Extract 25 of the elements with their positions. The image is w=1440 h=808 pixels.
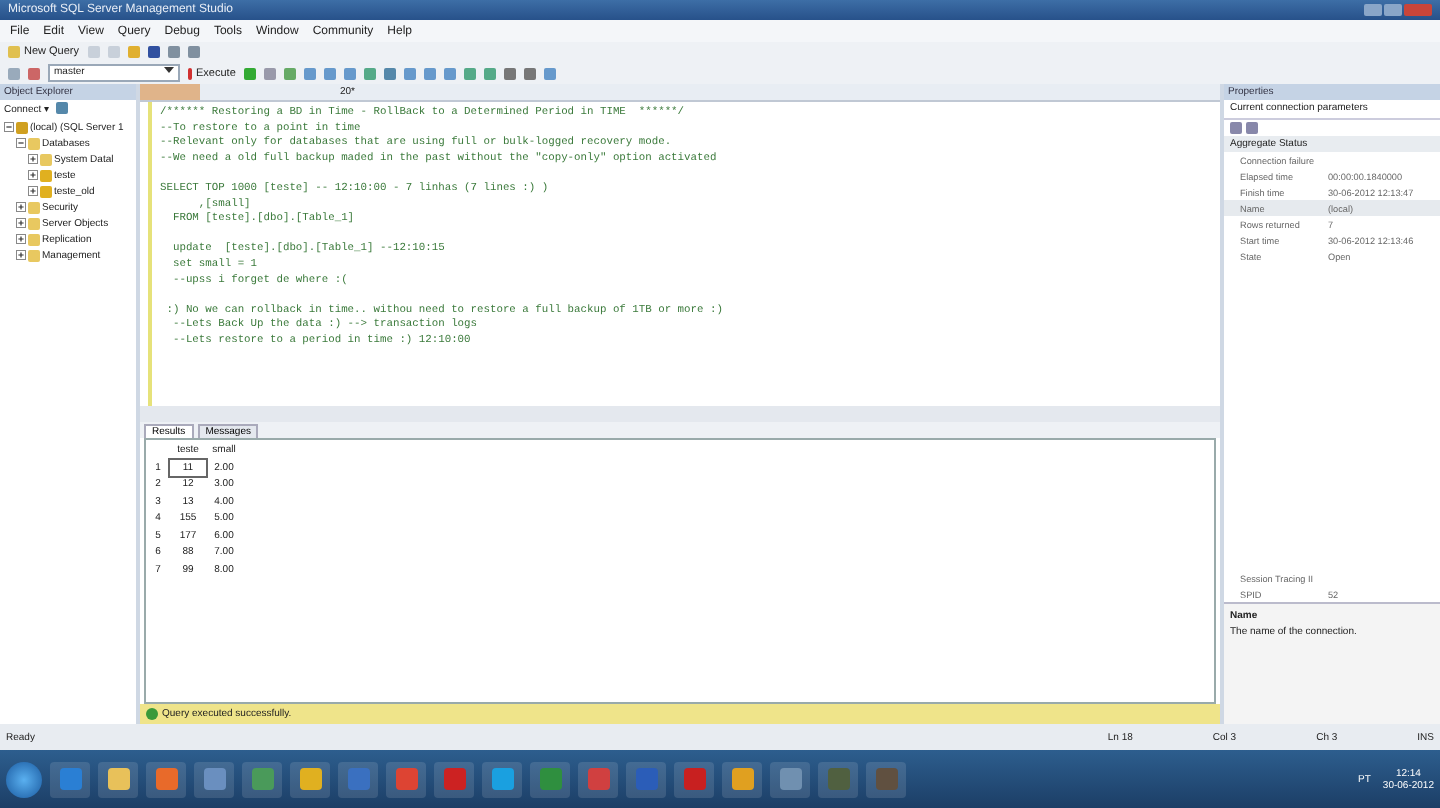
taskbar-app-icon[interactable]: [194, 761, 234, 797]
taskbar-app-icon[interactable]: [770, 761, 810, 797]
success-icon: [146, 708, 158, 720]
expand-toggle-icon[interactable]: [16, 250, 26, 260]
taskbar-app-icon[interactable]: [530, 761, 570, 797]
taskbar-app-icon[interactable]: [290, 761, 330, 797]
expand-toggle-icon[interactable]: [28, 170, 38, 180]
caret-icon: [164, 66, 174, 74]
collapse-toggle-icon[interactable]: [16, 138, 26, 148]
taskbar-app-icon[interactable]: [482, 761, 522, 797]
expand-toggle-icon[interactable]: [16, 234, 26, 244]
collapse-toggle-icon[interactable]: [4, 122, 14, 132]
expand-toggle-icon[interactable]: [28, 154, 38, 164]
taskbar-app-icon[interactable]: [98, 761, 138, 797]
horizontal-scrollbar[interactable]: [140, 406, 1220, 422]
toolbar-icon[interactable]: [56, 102, 69, 114]
expand-toggle-icon[interactable]: [16, 202, 26, 212]
start-button[interactable]: [6, 761, 42, 797]
expand-toggle-icon[interactable]: [28, 186, 38, 196]
server-icon: [16, 121, 28, 133]
taskbar-app-icon[interactable]: [722, 761, 762, 797]
taskbar-app-icon[interactable]: [50, 761, 90, 797]
expand-toggle-icon[interactable]: [16, 218, 26, 228]
taskbar-app-icon[interactable]: [242, 761, 282, 797]
taskbar-app-icon[interactable]: [146, 761, 186, 797]
